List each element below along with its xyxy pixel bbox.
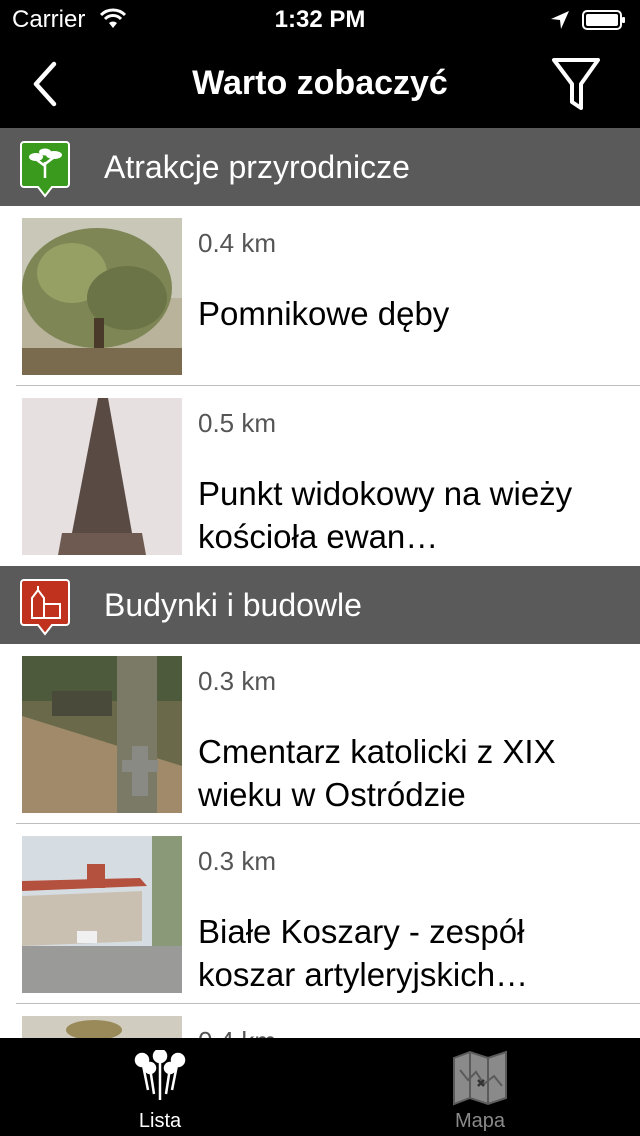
status-bar: Carrier 1:32 PM — [0, 0, 640, 40]
cemetery-photo — [22, 656, 182, 813]
section-header-nature: Atrakcje przyrodnicze — [0, 128, 640, 206]
distance-label: 0.3 km — [198, 846, 277, 876]
clock: 1:32 PM — [274, 6, 366, 33]
tab-label: Lista — [138, 1110, 182, 1132]
tree-photo — [22, 218, 182, 375]
tab-lista[interactable]: Lista — [0, 1038, 320, 1136]
distance-label: 0.4 km — [198, 228, 277, 258]
poi-name: Białe Koszary - zespół koszar artyleryjs… — [198, 913, 529, 993]
distance-label: 0.4 km — [198, 1026, 276, 1038]
list-item[interactable]: 0.4 km — [0, 1004, 640, 1038]
poi-name: Cmentarz katolicki z XIX wieku w Ostródz… — [198, 733, 556, 813]
distance-label: 0.3 km — [198, 666, 277, 696]
poi-list[interactable]: Atrakcje przyrodnicze 0.4 km Pomnikowe d… — [0, 128, 640, 1038]
page-title: Warto zobaczyć — [192, 64, 448, 102]
barracks-photo — [22, 836, 182, 993]
filter-funnel-icon[interactable] — [550, 54, 602, 114]
pins-icon — [134, 1050, 186, 1100]
location-arrow-icon — [551, 11, 569, 29]
tree-icon — [20, 141, 70, 198]
partial-photo — [22, 1016, 182, 1038]
poi-name: Punkt widokowy na wieży kościoła ewan… — [198, 475, 573, 555]
poi-name: Pomnikowe dęby — [198, 295, 450, 332]
section-title: Atrakcje przyrodnicze — [104, 149, 410, 185]
map-icon — [453, 1050, 507, 1106]
section-title: Budynki i budowle — [104, 587, 362, 623]
section-header-buildings: Budynki i budowle — [0, 566, 640, 644]
tab-mapa[interactable]: Mapa — [320, 1038, 640, 1136]
tab-label: Mapa — [454, 1110, 506, 1132]
church-spire-photo — [22, 398, 182, 555]
building-icon — [20, 579, 70, 636]
list-item[interactable]: 0.3 km Cmentarz katolicki z XIX wieku w … — [0, 644, 640, 824]
navigation-bar: Warto zobaczyć — [0, 40, 640, 128]
list-item[interactable]: 0.3 km Białe Koszary - zespół koszar art… — [0, 824, 640, 1004]
distance-label: 0.5 km — [198, 408, 277, 438]
list-item[interactable]: 0.5 km Punkt widokowy na wieży kościoła … — [0, 386, 640, 566]
tab-bar: Lista Mapa — [0, 1038, 640, 1136]
battery-icon — [582, 10, 625, 30]
list-item[interactable]: 0.4 km Pomnikowe dęby — [0, 206, 640, 386]
